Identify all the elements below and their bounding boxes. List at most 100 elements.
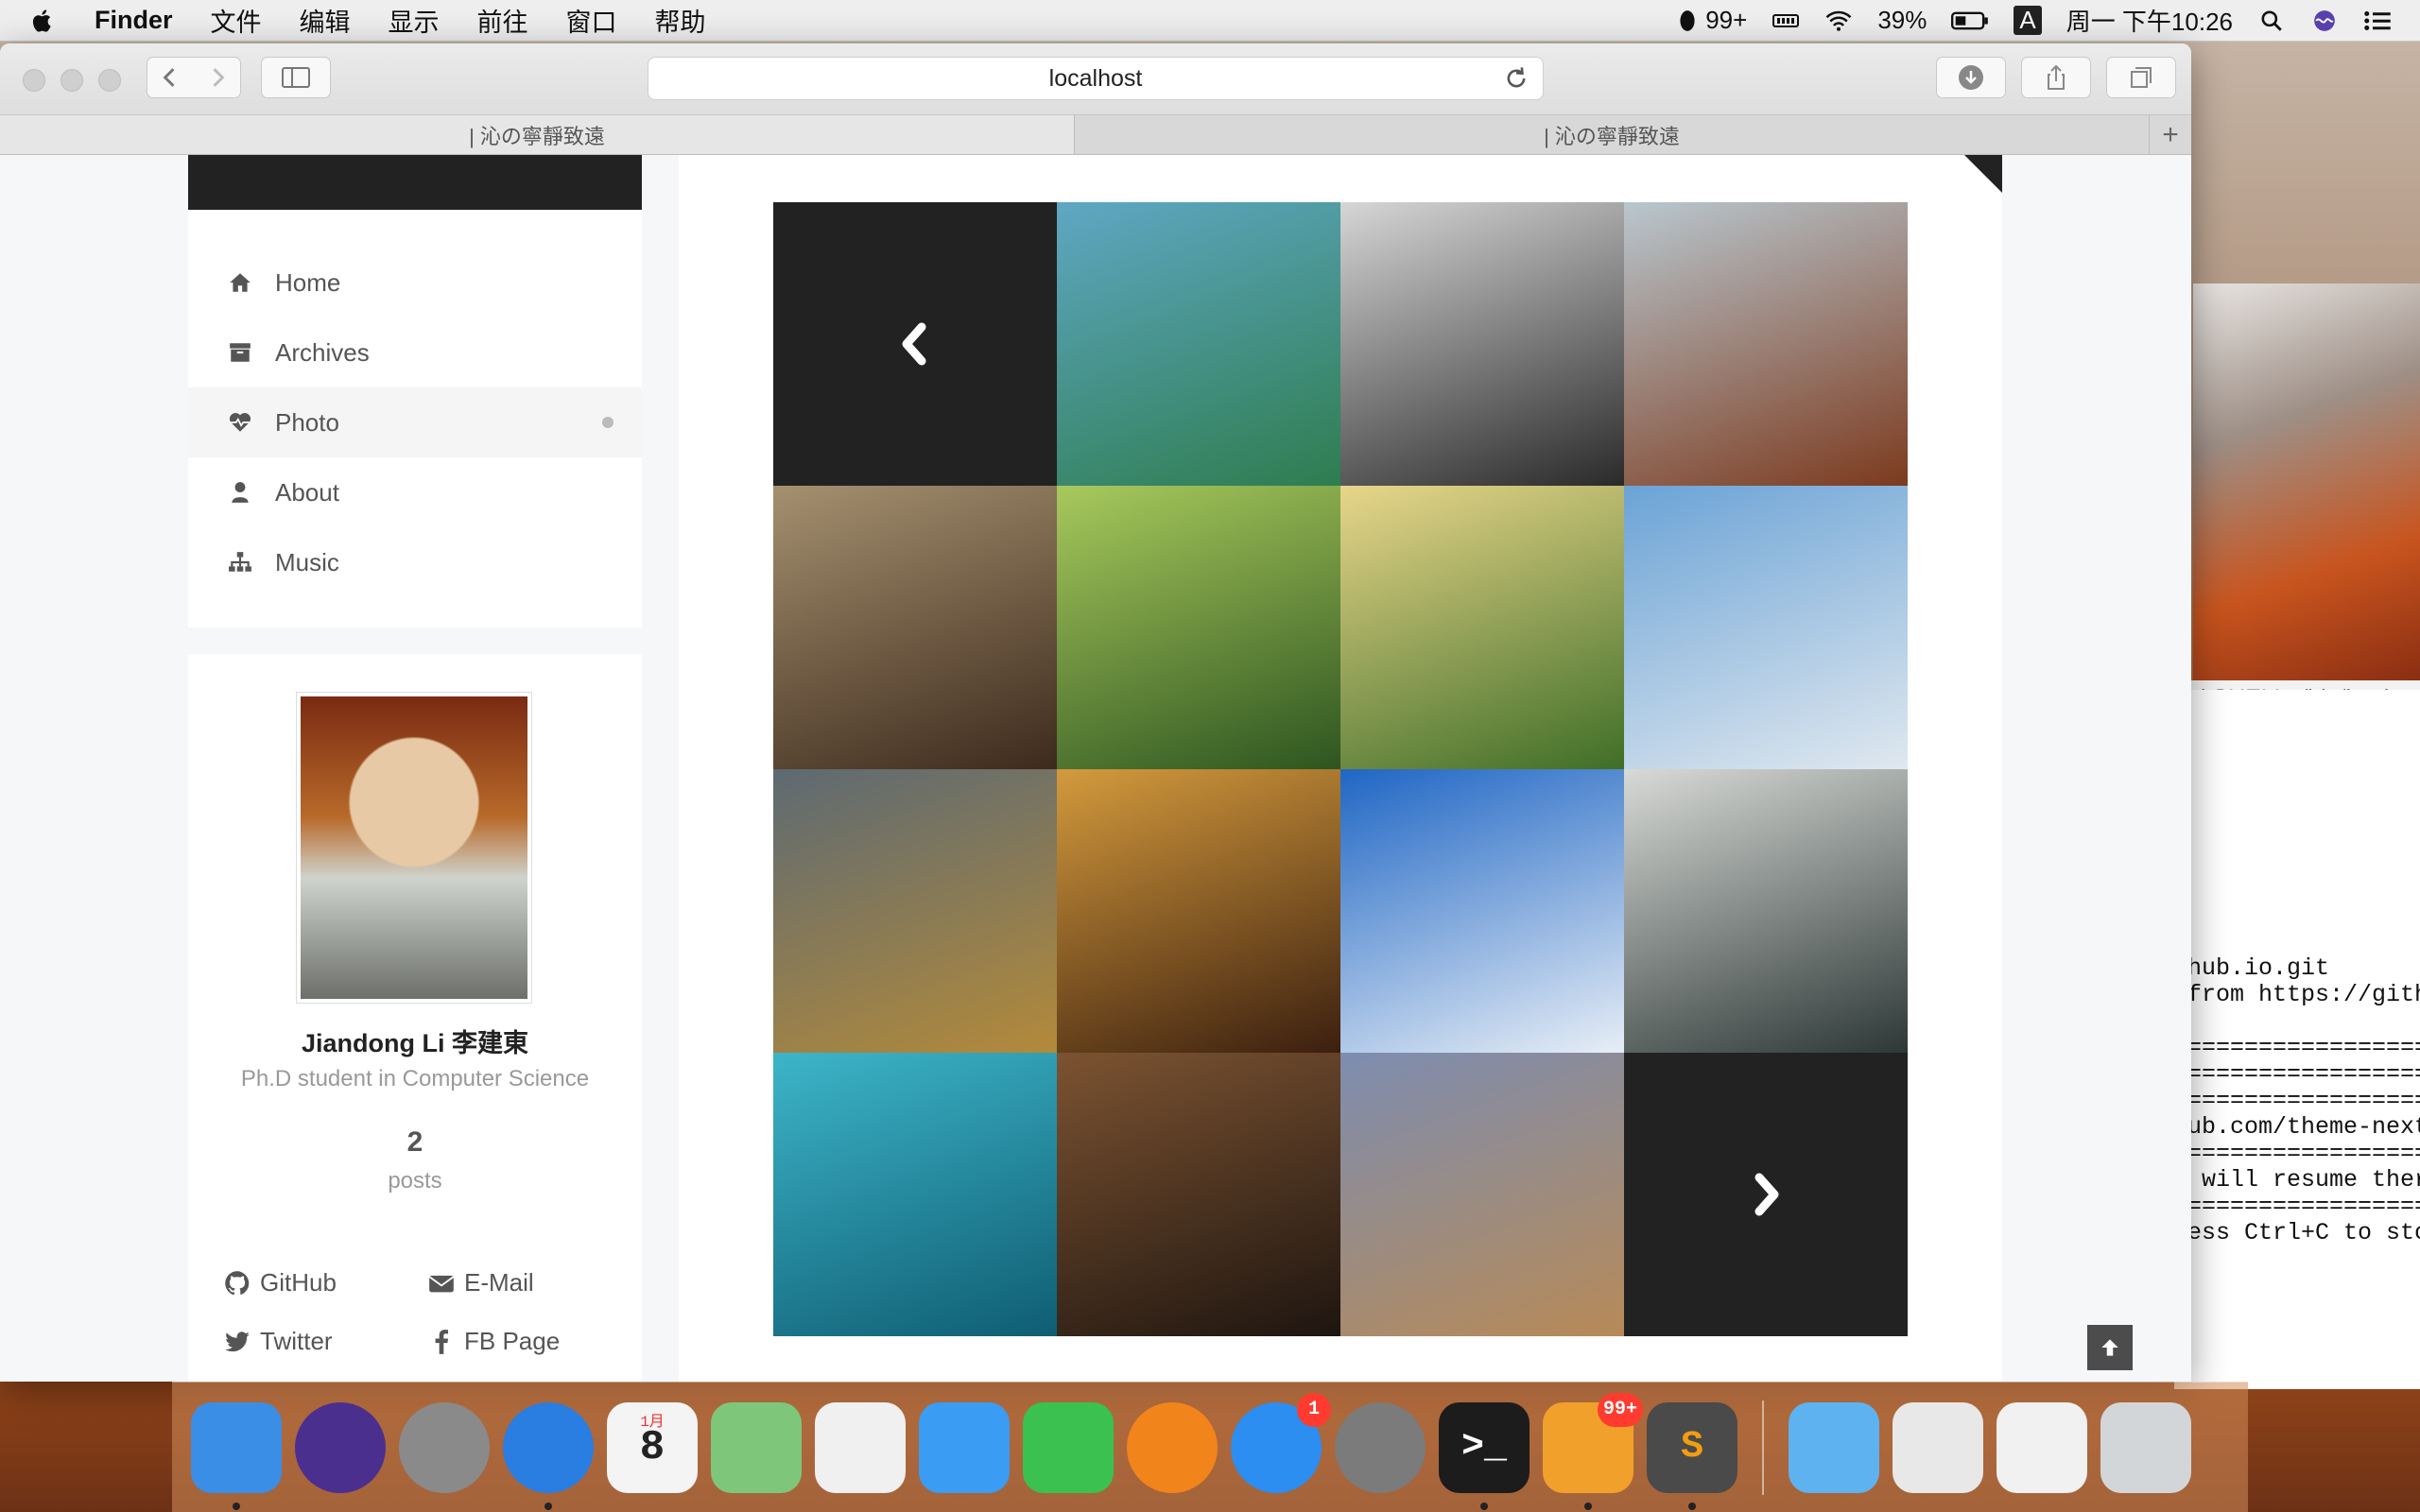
link-email[interactable]: E-Mail <box>428 1268 534 1297</box>
dock-maps-icon[interactable] <box>711 1401 802 1493</box>
zoom-window-button[interactable] <box>98 69 121 92</box>
terminal-line: ================== <box>2187 1087 2420 1114</box>
dock-terminal-icon[interactable]: >_ <box>1439 1401 1530 1510</box>
nav-item-archives[interactable]: Archives <box>188 318 642 387</box>
address-bar[interactable]: localhost <box>648 57 1544 100</box>
avatar-photo <box>301 696 527 999</box>
terminal-window[interactable]: hub.io.git from https://githu ============… <box>2174 690 2420 1389</box>
battery-percent[interactable]: 39% <box>1877 6 1927 35</box>
apple-icon[interactable] <box>28 6 57 36</box>
menu-view[interactable]: 显示 <box>389 2 440 39</box>
gallery-photo-lantern[interactable] <box>1057 769 1340 1053</box>
gallery-prev-button[interactable] <box>773 202 1057 486</box>
nav-item-photo[interactable]: Photo <box>188 387 642 457</box>
dock-system-preferences-icon[interactable] <box>1335 1401 1426 1493</box>
arrow-up-icon <box>2101 1339 2118 1356</box>
gallery-photo-dog-sculpture[interactable] <box>1624 769 1908 1053</box>
dock-qq-icon[interactable]: 99+ <box>1543 1392 1643 1510</box>
battery-icon[interactable] <box>1951 9 1989 33</box>
dock-launchpad-icon[interactable] <box>399 1401 490 1493</box>
nav-label-music: Music <box>275 547 339 576</box>
dock-photos-icon[interactable] <box>815 1401 906 1493</box>
dock-messages-icon[interactable] <box>919 1401 1010 1493</box>
close-window-button[interactable] <box>23 69 45 92</box>
dock-calendar-icon[interactable]: 8 1月 <box>607 1401 698 1493</box>
reload-icon[interactable] <box>1503 65 1530 92</box>
dock-sublime-text-label: S <box>1680 1426 1703 1469</box>
gallery-photo-surfer[interactable] <box>1057 202 1340 486</box>
post-count-label[interactable]: posts <box>188 1168 642 1194</box>
link-github[interactable]: GitHub <box>224 1268 337 1297</box>
gallery-photo-skeletons[interactable] <box>1057 1053 1340 1336</box>
running-indicator <box>1584 1502 1592 1510</box>
tabs-overview-icon <box>2131 67 2152 88</box>
nav-item-about[interactable]: About <box>188 457 642 527</box>
gallery-photo-parasail[interactable] <box>1624 486 1908 769</box>
gallery-photo-shipwreck[interactable] <box>1340 1053 1624 1336</box>
new-tab-button[interactable]: + <box>2150 115 2191 154</box>
dock-ibooks-icon[interactable] <box>1127 1401 1218 1493</box>
running-indicator <box>1480 1502 1488 1510</box>
gallery-next-button[interactable] <box>1624 1053 1908 1336</box>
menu-file[interactable]: 文件 <box>211 2 262 39</box>
dock-separator <box>1762 1400 1764 1495</box>
dock-recent-window-1-icon[interactable] <box>1893 1401 1983 1493</box>
nav-item-music[interactable]: Music <box>188 527 642 597</box>
dock-siri-icon[interactable] <box>295 1401 386 1493</box>
menu-app-name[interactable]: Finder <box>95 6 173 35</box>
gallery-photo-shark-aquarium[interactable] <box>773 1053 1057 1336</box>
menu-go[interactable]: 前往 <box>477 2 528 39</box>
show-tabs-button[interactable] <box>2106 57 2176 98</box>
running-indicator <box>1688 1502 1696 1510</box>
input-method-indicator[interactable]: A <box>2014 6 2042 35</box>
tab-1[interactable]: | 沁の寧靜致遠 <box>0 115 1075 154</box>
safari-window: localhost | 沁の寧靜致遠 | 沁の寧靜致遠 + Home Archi… <box>0 43 2191 1382</box>
memory-icon[interactable] <box>1772 9 1800 33</box>
dock-sublime-text-icon[interactable]: S <box>1647 1401 1737 1510</box>
gallery-photo-dragonfly-leaves[interactable] <box>1057 486 1340 769</box>
chevron-left-icon <box>902 322 926 366</box>
dock-finder-icon[interactable] <box>191 1401 282 1510</box>
chevron-left-icon[interactable] <box>147 63 194 92</box>
heartbeat-icon <box>229 413 251 432</box>
terminal-line: hub.io.git <box>2187 954 2330 982</box>
dock-downloads-folder-icon[interactable] <box>1789 1401 1879 1493</box>
notification-center-icon[interactable] <box>2363 9 2392 33</box>
share-button[interactable] <box>2021 57 2091 98</box>
menu-help[interactable]: 帮助 <box>655 2 706 39</box>
dock-facetime-icon[interactable] <box>1023 1401 1114 1493</box>
tab-2[interactable]: | 沁の寧靜致遠 <box>1075 115 2150 154</box>
minimize-window-button[interactable] <box>60 69 83 92</box>
gallery-photo-portrait-man[interactable] <box>1340 202 1624 486</box>
wifi-icon[interactable] <box>1824 9 1853 33</box>
gallery-photo-golden-statue[interactable] <box>773 769 1057 1053</box>
dock-recent-window-2-icon[interactable] <box>1996 1401 2087 1493</box>
dock-trash-icon[interactable] <box>2100 1401 2191 1493</box>
nav-item-home[interactable]: Home <box>188 248 642 318</box>
post-count[interactable]: 2 <box>188 1126 642 1159</box>
siri-icon[interactable] <box>2310 9 2339 33</box>
gallery-photo-tree-sunset[interactable] <box>1340 486 1624 769</box>
link-twitter[interactable]: Twitter <box>224 1327 333 1356</box>
terminal-line: ub.com/theme-next <box>2187 1113 2420 1141</box>
spotlight-search-icon[interactable] <box>2257 9 2286 33</box>
wallpaper-mountain <box>2193 284 2420 680</box>
qq-status[interactable]: 99+ <box>1673 6 1747 35</box>
chevron-right-icon[interactable] <box>194 63 240 92</box>
back-forward-buttons[interactable] <box>147 57 241 98</box>
link-facebook[interactable]: FB Page <box>428 1327 560 1356</box>
menu-edit[interactable]: 编辑 <box>300 2 351 39</box>
menu-clock[interactable]: 周一 下午10:26 <box>2066 3 2233 38</box>
gallery-photo-wooden-floor[interactable] <box>773 486 1057 769</box>
dock-app-store-icon[interactable]: 1 <box>1231 1392 1331 1493</box>
menu-window[interactable]: 窗口 <box>566 2 617 39</box>
back-to-top-button[interactable] <box>2087 1325 2133 1370</box>
gallery-photo-sea-rocks[interactable] <box>1624 202 1908 486</box>
photo-gallery <box>773 202 1908 1336</box>
downloads-button[interactable] <box>1936 57 2006 98</box>
dock-safari-icon[interactable] <box>503 1401 594 1510</box>
nav-label-archives: Archives <box>275 337 370 367</box>
github-icon <box>225 1270 250 1295</box>
sidebar-toggle-button[interactable] <box>261 57 331 98</box>
gallery-photo-snow-mountain[interactable] <box>1340 769 1624 1053</box>
